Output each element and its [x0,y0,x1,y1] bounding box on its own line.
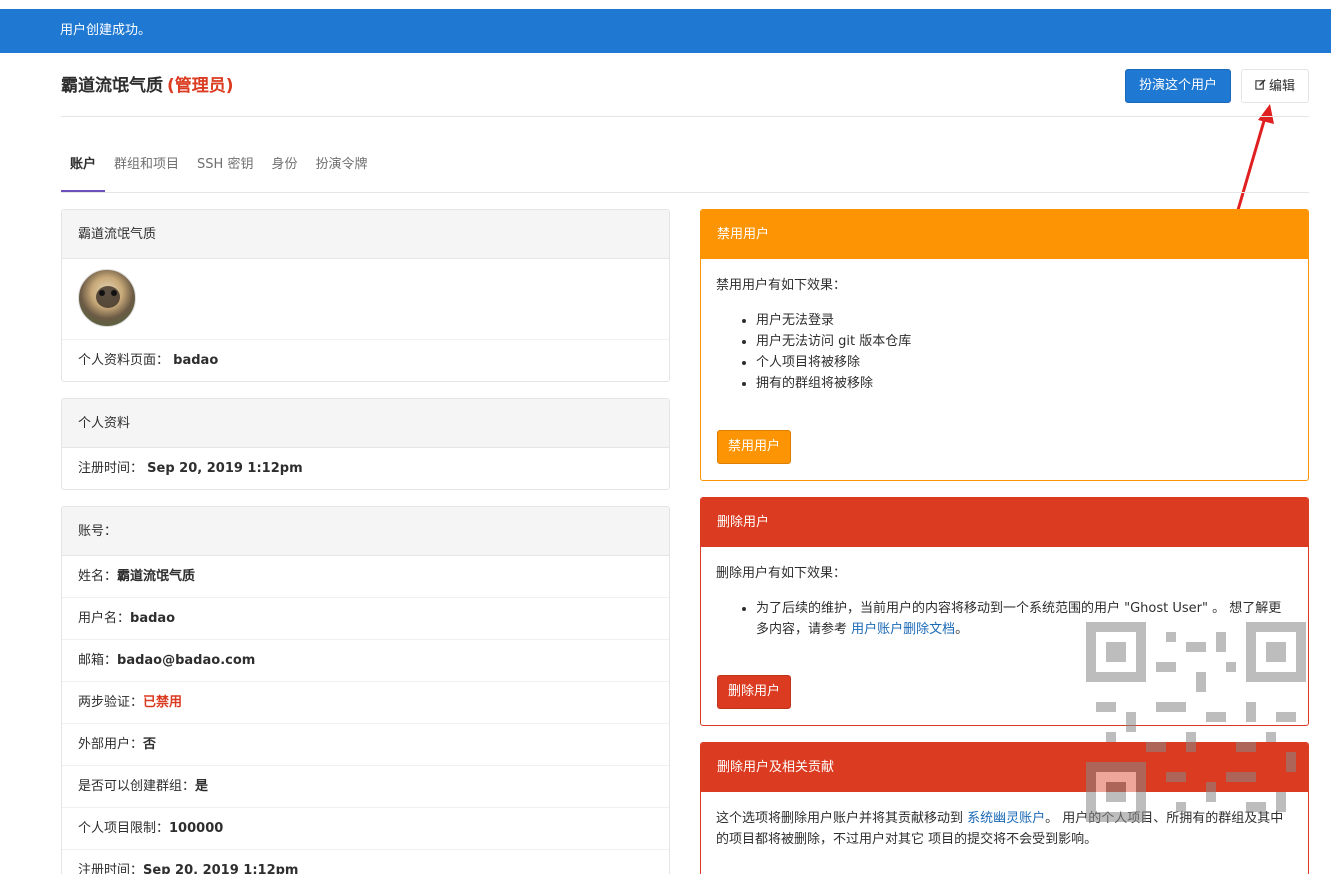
registered-label: 注册时间： [78,461,144,476]
ghost-account-link[interactable]: 系统幽灵账户 [967,811,1045,826]
row-label: 注册时间： [78,863,144,874]
tab-account[interactable]: 账户 [61,142,106,192]
tabs-divider [61,192,1309,193]
block-user-card: 禁用用户 禁用用户有如下效果： 用户无法登录 用户无法访问 git 版本仓库 个… [700,209,1309,481]
row-value: Sep 20, 2019 1:12pm [143,863,299,874]
account-card: 账号： 姓名：霸道流氓气质 用户名：badao 邮箱：badao@badao.c… [61,506,670,874]
row-label: 外部用户： [78,737,144,752]
admin-badge: (管理员) [167,76,234,96]
row-value: 100000 [169,821,224,836]
registered-value: Sep 20, 2019 1:12pm [147,461,303,476]
row-value: 霸道流氓气质 [117,569,196,584]
list-item: 拥有的群组将被移除 [756,373,1293,394]
block-effects-list: 用户无法登录 用户无法访问 git 版本仓库 个人项目将被移除 拥有的群组将被移… [740,310,1293,394]
personal-card: 个人资料 注册时间： Sep 20, 2019 1:12pm [61,398,670,490]
annotation-arrow [1236,104,1274,211]
email-link[interactable]: badao@badao.com [117,653,255,668]
row-label: 是否可以创建群组： [78,779,196,794]
account-row-external: 外部用户：否 [62,724,669,766]
block-user-button[interactable]: 禁用用户 [717,430,792,464]
deletion-docs-link[interactable]: 用户账户删除文档 [851,622,955,637]
profile-card-title: 霸道流氓气质 [62,210,669,259]
block-user-title: 禁用用户 [701,210,1308,259]
page-title: 霸道流氓气质 (管理员) [61,71,234,96]
tab-ssh-keys[interactable]: SSH 密钥 [188,142,262,192]
row-value: badao [130,611,176,626]
user-name-title: 霸道流氓气质 [61,76,163,96]
avatar-row [62,259,669,340]
account-row-can-create-group: 是否可以创建群组：是 [62,766,669,808]
block-user-intro: 禁用用户有如下效果： [716,278,847,293]
row-value: 否 [143,737,157,752]
header-divider [61,116,1309,117]
avatar [78,269,136,327]
row-label: 邮箱： [78,653,118,668]
account-row-email: 邮箱：badao@badao.com [62,640,669,682]
personal-card-title: 个人资料 [62,399,669,448]
profile-card: 霸道流氓气质 个人资料页面： badao [61,209,670,382]
row-label: 用户名： [78,611,131,626]
registered-row: 注册时间： Sep 20, 2019 1:12pm [62,448,669,489]
account-row-name: 姓名：霸道流氓气质 [62,556,669,598]
row-value: 是 [195,779,209,794]
account-row-project-limit: 个人项目限制：100000 [62,808,669,850]
tab-identities[interactable]: 身份 [262,142,306,192]
edit-label: 编辑 [1268,79,1295,94]
impersonate-button[interactable]: 扮演这个用户 [1125,69,1231,103]
account-row-registered: 注册时间：Sep 20, 2019 1:12pm [62,850,669,874]
row-label: 两步验证： [78,695,144,710]
account-row-2fa: 两步验证：已禁用 [62,682,669,724]
two-factor-status: 已禁用 [143,695,183,710]
list-item: 用户无法登录 [756,310,1293,331]
list-item: 用户无法访问 git 版本仓库 [756,331,1293,352]
profile-page-label: 个人资料页面： [78,353,170,368]
row-label: 个人项目限制： [78,821,170,836]
list-item: 个人项目将被移除 [756,352,1293,373]
delete-user-intro: 删除用户有如下效果： [716,566,847,581]
qr-watermark [1086,622,1306,822]
account-row-username: 用户名：badao [62,598,669,640]
flash-notice: 用户创建成功。 [0,9,1331,53]
edit-button[interactable]: 编辑 [1241,69,1309,103]
edit-icon [1255,70,1266,102]
account-card-title: 账号： [62,507,669,556]
tab-impersonation-tokens[interactable]: 扮演令牌 [306,142,376,192]
user-tabs: 账户 群组和项目 SSH 密钥 身份 扮演令牌 [61,142,376,192]
delete-user-title: 删除用户 [701,498,1308,547]
tab-groups-projects[interactable]: 群组和项目 [105,142,188,192]
row-label: 姓名： [78,569,118,584]
profile-page-row: 个人资料页面： badao [62,340,669,381]
contrib-text-before: 这个选项将删除用户账户并将其贡献移动到 [716,811,968,826]
profile-page-link[interactable]: badao [173,353,218,368]
effect-end: 。 [955,622,969,637]
delete-user-button[interactable]: 删除用户 [717,675,792,709]
